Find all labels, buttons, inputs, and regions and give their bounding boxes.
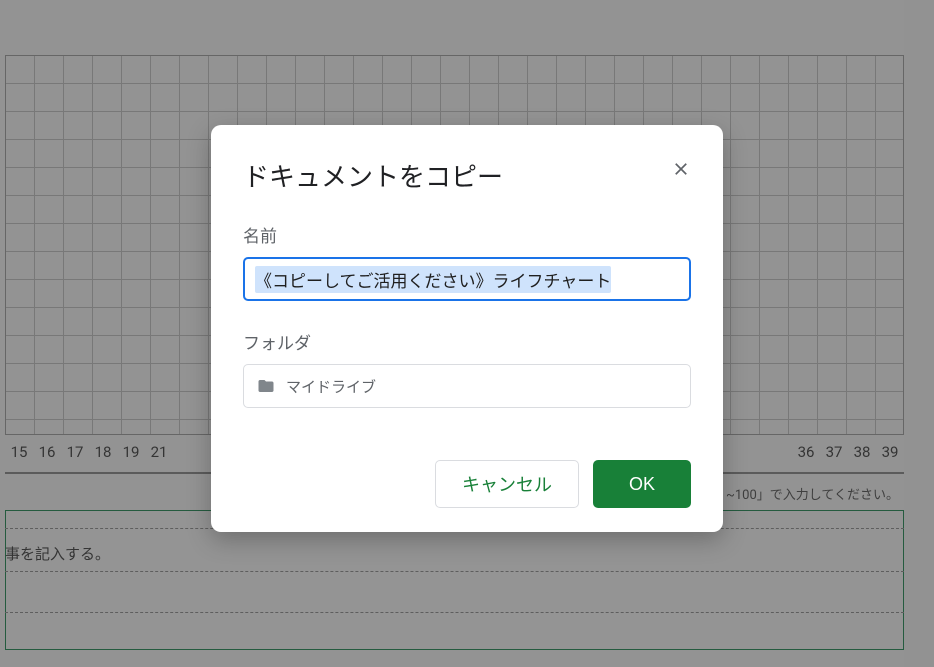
close-icon xyxy=(672,160,690,178)
cancel-button[interactable]: キャンセル xyxy=(435,460,579,508)
folder-name: マイドライブ xyxy=(286,376,376,397)
close-button[interactable] xyxy=(667,155,695,183)
dialog-title: ドキュメントをコピー xyxy=(243,157,691,194)
copy-document-dialog: ドキュメントをコピー 名前 《コピーしてご活用ください》ライフチャート フォルダ… xyxy=(211,125,723,532)
name-label: 名前 xyxy=(243,222,691,247)
modal-overlay: ドキュメントをコピー 名前 《コピーしてご活用ください》ライフチャート フォルダ… xyxy=(0,0,934,667)
dialog-actions: キャンセル OK xyxy=(243,460,691,508)
ok-button[interactable]: OK xyxy=(593,460,691,508)
name-input-value: 《コピーしてご活用ください》ライフチャート xyxy=(255,266,611,293)
name-input[interactable]: 《コピーしてご活用ください》ライフチャート xyxy=(243,257,691,301)
folder-label: フォルダ xyxy=(243,329,691,354)
folder-icon xyxy=(256,377,276,395)
folder-selector[interactable]: マイドライブ xyxy=(243,364,691,408)
